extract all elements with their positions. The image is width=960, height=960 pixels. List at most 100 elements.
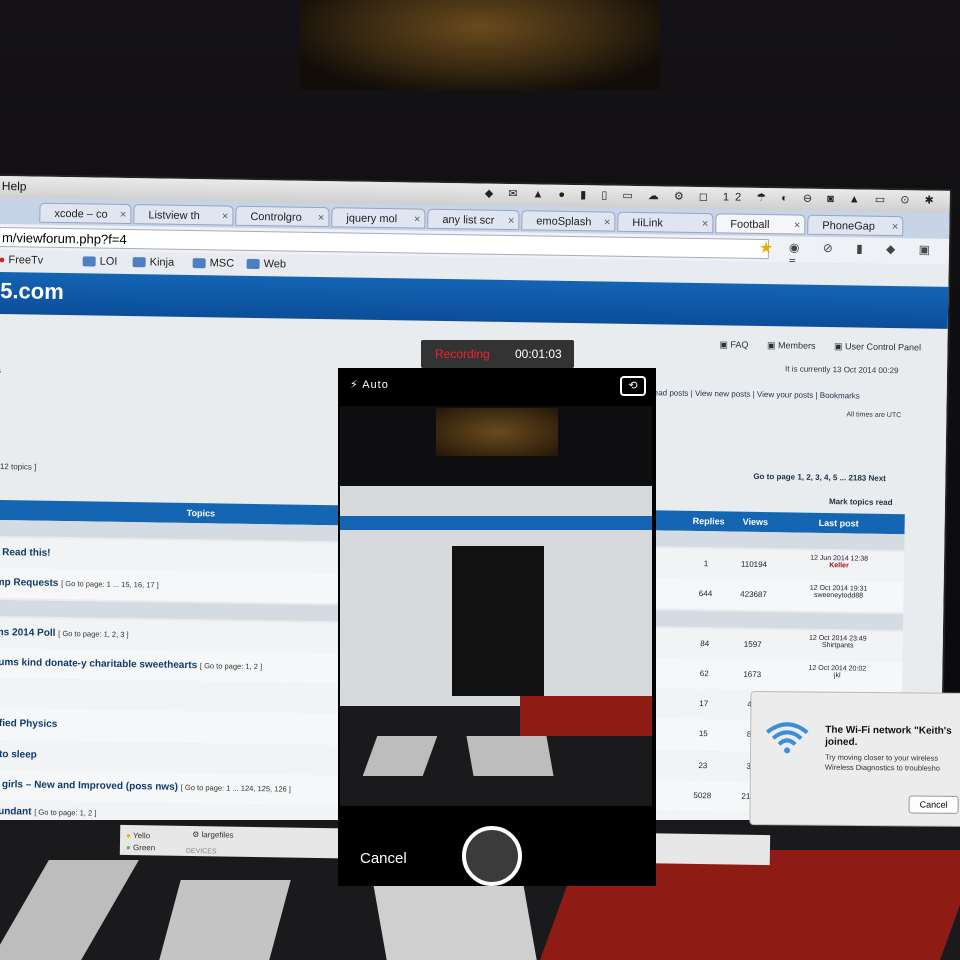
topic-pages[interactable]: [ Go to page: 1, 2 ] xyxy=(34,808,96,818)
topic-pages[interactable]: [ Go to page: 1 ... 15, 16, 17 ] xyxy=(61,579,159,590)
close-icon[interactable]: × xyxy=(318,208,325,227)
bookmark-freetv[interactable]: ● FreeTv xyxy=(0,254,43,267)
finder-item-label: largefiles xyxy=(201,830,234,840)
topic-title[interactable]: S girls – New and Improved (poss nws) [ … xyxy=(0,779,291,795)
topic-pages[interactable]: [ Go to page: 1, 2 ] xyxy=(200,661,262,671)
wifi-icon xyxy=(765,722,809,754)
tab-label: Controlgro xyxy=(250,210,302,224)
tab-xcode[interactable]: xcode – co × xyxy=(39,202,132,225)
nav-label: FAQ xyxy=(730,339,749,350)
finder-item[interactable]: ● Yello xyxy=(126,831,150,840)
tab-label: PhoneGap xyxy=(822,219,876,233)
replies: 1 xyxy=(703,559,709,569)
folder-icon xyxy=(132,257,146,268)
tab-football[interactable]: Football × xyxy=(715,213,806,235)
col-views: Views xyxy=(742,516,769,528)
topic-count: 312 topics ] xyxy=(0,461,37,472)
topic-pages[interactable]: [ Go to page: 1, 2, 3 ] xyxy=(58,629,129,639)
last-post: 12 Oct 2014 19:31 sweeneytodd88 xyxy=(783,584,893,600)
bookmark-web[interactable]: Web xyxy=(246,258,286,271)
flash-toggle[interactable]: ⚡ Auto xyxy=(350,378,389,391)
topic-title[interactable]: dundant [ Go to page: 1, 2 ] xyxy=(0,806,96,819)
tab-label: any list scr xyxy=(442,213,495,227)
finder-item[interactable]: ● Green xyxy=(126,843,155,852)
vf-lamp xyxy=(436,408,558,456)
topic-title[interactable]: ! Read this! xyxy=(0,547,51,559)
close-icon[interactable]: × xyxy=(702,214,709,233)
topic-title-text: rums kind donate-y charitable sweetheart… xyxy=(0,656,198,672)
camera-viewfinder-panel: ⚡ Auto ⟲ Cancel xyxy=(338,368,656,886)
close-icon[interactable]: × xyxy=(222,206,229,225)
nav-members[interactable]: ▣ Members xyxy=(767,340,824,351)
topic-title[interactable]: rums kind donate-y charitable sweetheart… xyxy=(0,657,262,672)
close-icon[interactable]: × xyxy=(120,205,127,224)
bookmark-label: LOI xyxy=(99,255,118,268)
close-icon[interactable]: × xyxy=(604,212,611,231)
star-icon[interactable]: ★ xyxy=(759,238,774,258)
pagination[interactable]: Go to page 1, 2, 3, 4, 5 ... 2183 Next xyxy=(753,472,886,483)
topic-pages[interactable]: [ Go to page: 1 ... 124, 125, 126 ] xyxy=(181,783,291,794)
recording-time: 00:01:03 xyxy=(515,347,562,361)
recording-indicator: Recording 00:01:03 xyxy=(421,340,574,368)
tab-jquery[interactable]: jquery mol × xyxy=(331,207,426,229)
tab-label: Listview th xyxy=(148,209,200,223)
close-icon[interactable]: × xyxy=(414,210,421,229)
last-post-user[interactable]: jkl xyxy=(834,672,841,679)
notification-body-line2: Wireless Diagnostics to troublesho xyxy=(824,762,941,773)
nav-ucp[interactable]: ▣ User Control Panel xyxy=(834,341,929,352)
tab-phonegap[interactable]: PhoneGap × xyxy=(807,214,904,237)
last-post-user[interactable]: Keller xyxy=(829,562,849,569)
topic-title[interactable]: efied Physics xyxy=(0,718,57,730)
tag-icon: ● xyxy=(126,830,132,841)
topic-title[interactable]: mp Requests [ Go to page: 1 ... 15, 16, … xyxy=(0,577,159,591)
close-icon[interactable]: × xyxy=(508,211,515,230)
bookmark-loi[interactable]: LOI xyxy=(82,255,118,268)
topic-title-text: t to sleep xyxy=(0,749,37,761)
site-logo[interactable]: 5.com xyxy=(0,278,64,305)
floor-stripe xyxy=(159,880,291,960)
views: 1673 xyxy=(743,669,762,680)
switch-camera-icon[interactable]: ⟲ xyxy=(620,376,646,396)
nav-faq[interactable]: ▣ FAQ xyxy=(719,339,756,350)
tab-hilink[interactable]: HiLink × xyxy=(617,211,714,234)
col-topics: Topics xyxy=(186,507,216,519)
vf-nested-phone xyxy=(452,546,544,696)
cancel-button[interactable]: Cancel xyxy=(360,850,407,867)
bookmark-kinja[interactable]: Kinja xyxy=(132,256,175,269)
bookmark-label: Kinja xyxy=(149,256,175,269)
nav-label: User Control Panel xyxy=(844,341,922,353)
tab-listview[interactable]: Listview th × xyxy=(133,204,234,226)
replies: 23 xyxy=(698,761,708,771)
bookmark-msc[interactable]: MSC xyxy=(192,257,234,270)
notification-cancel-button[interactable]: Cancel xyxy=(908,795,959,814)
tab-controlgroup[interactable]: Controlgro × xyxy=(235,205,330,228)
last-post-user[interactable]: sweeneytodd88 xyxy=(814,592,863,600)
topic-title-text: mp Requests xyxy=(0,576,59,589)
replies: 644 xyxy=(698,589,713,599)
last-post-user[interactable]: Shirtpants xyxy=(822,642,854,649)
vf-floor-stripe xyxy=(466,736,554,776)
finder-item[interactable]: ⚙ largefiles xyxy=(192,830,234,840)
tab-memosplash[interactable]: emoSplash × xyxy=(521,210,616,232)
topic-title[interactable]: ms 2014 Poll [ Go to page: 1, 2, 3 ] xyxy=(0,627,129,640)
menu-help[interactable]: Help xyxy=(2,179,27,193)
post-links[interactable]: nread posts | View new posts | View your… xyxy=(647,388,860,400)
views: 1597 xyxy=(743,639,762,650)
tab-anylist[interactable]: any list scr × xyxy=(427,208,520,231)
close-icon[interactable]: × xyxy=(892,217,899,236)
finder-item-label: Yello xyxy=(132,831,151,841)
topic-title-text: ! Read this! xyxy=(0,546,51,559)
col-replies: Replies xyxy=(692,515,725,527)
record-button[interactable] xyxy=(462,826,522,886)
menubar-status-icons: ◆ ✉ ▲ ● ▮ ▯ ▭ ☁ ⚙ ◻ 12 ☂ ◐ ⊖ ◙ ▲ ▭ ⊙ ✱ xyxy=(484,187,940,207)
tab-label: jquery mol xyxy=(346,212,398,226)
tab-label: emoSplash xyxy=(536,215,592,229)
flash-mode: Auto xyxy=(362,379,389,391)
tab-label: Football xyxy=(730,218,770,232)
mark-topics-read[interactable]: Mark topics read xyxy=(829,497,893,507)
replies: 62 xyxy=(699,669,709,679)
topic-title[interactable]: t to sleep xyxy=(0,749,37,761)
topic-title-text: dundant xyxy=(0,805,32,818)
close-icon[interactable]: × xyxy=(794,215,801,234)
gear-icon: ⚙ xyxy=(192,830,200,840)
